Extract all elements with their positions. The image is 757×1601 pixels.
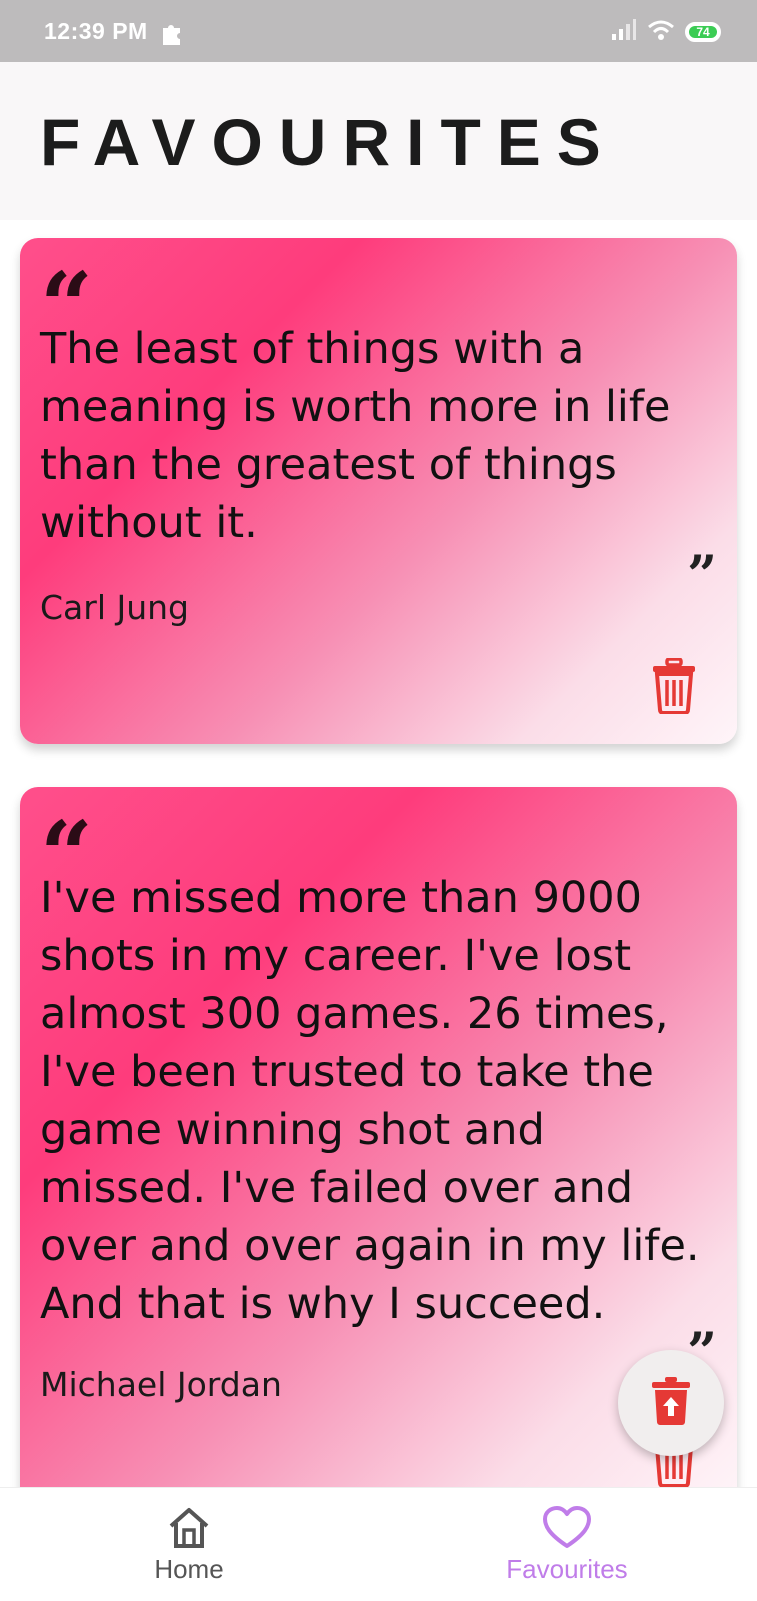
nav-favourites-label: Favourites (506, 1554, 628, 1584)
close-quote-icon: ” (687, 545, 717, 606)
puzzle-icon (160, 20, 184, 46)
quote-text: The least of things with a meaning is wo… (40, 324, 671, 548)
battery-level: 74 (696, 25, 710, 39)
trash-icon[interactable] (651, 657, 697, 715)
nav-favourites[interactable]: Favourites (378, 1488, 756, 1601)
bottom-navigation: Home Favourites (0, 1487, 757, 1600)
delete-arrow-up-icon (651, 1377, 691, 1429)
battery-icon: 74 (685, 22, 721, 42)
nav-home-label: Home (154, 1554, 224, 1584)
scroll-to-top-button[interactable] (618, 1350, 724, 1456)
status-time: 12:39 PM (44, 18, 148, 44)
favourites-list[interactable]: “ The least of things with a meaning is … (0, 220, 757, 1487)
page-title: FAVOURITES (40, 105, 617, 179)
heart-icon (543, 1506, 591, 1550)
quote-author: Carl Jung (40, 588, 189, 627)
home-icon (165, 1506, 213, 1550)
signal-icon (611, 18, 637, 46)
status-bar: 12:39 PM 74 (0, 0, 757, 62)
quote-text: I've missed more than 9000 shots in my c… (40, 873, 700, 1329)
quote-card: “ The least of things with a meaning is … (20, 238, 737, 744)
header: FAVOURITES (0, 62, 757, 220)
status-icons: 74 (611, 18, 721, 46)
quote-author: Michael Jordan (40, 1365, 282, 1404)
nav-home[interactable]: Home (0, 1488, 378, 1601)
wifi-icon (647, 19, 675, 46)
